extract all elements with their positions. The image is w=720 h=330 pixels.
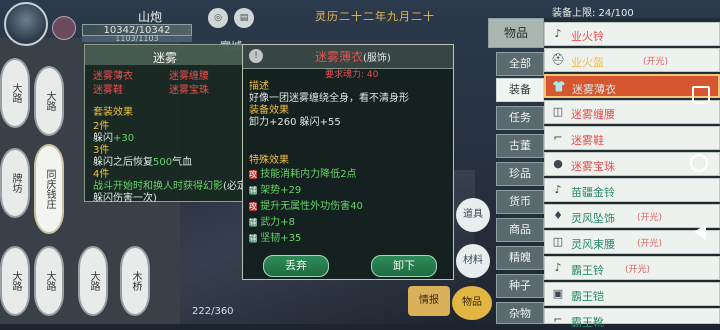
set-line-3: 躲闪之后恢复500气血 (93, 157, 193, 168)
props-icon[interactable]: 道具 (456, 198, 490, 232)
attack-tag: 攻 (249, 170, 257, 179)
pendant-icon: ♦ (553, 209, 563, 222)
intel-scroll-icon[interactable]: 情报 (408, 286, 450, 316)
tab-antique[interactable]: 古董 (496, 134, 544, 158)
item-requirement: 要求魂力: 40 (325, 70, 379, 80)
item-description: 好像一团迷雾缠绕全身，看不清身形 (249, 93, 409, 104)
map-node-bank[interactable]: 同庆钱庄 (34, 144, 64, 234)
tab-equipment[interactable]: 装备 (496, 78, 544, 102)
set-title: 迷雾 (152, 51, 177, 65)
set-piece-2: 迷雾缠腰 (169, 71, 209, 82)
unequip-button[interactable]: 卸下 (371, 255, 437, 277)
attack-tag: 攻 (249, 202, 257, 211)
belt-icon: ◫ (552, 235, 564, 248)
tab-misc[interactable]: 杂物 (496, 302, 544, 324)
boot-icon: ⌐ (553, 131, 563, 144)
game-date: 灵历二十二年九月二十 (315, 10, 435, 23)
list-item[interactable]: ♪ 业火铃 (544, 22, 720, 46)
tab-essence[interactable]: 精魄 (496, 246, 544, 270)
set-piece-1: 迷雾薄衣 (93, 71, 133, 82)
set-effect-title: 套装效果 (93, 107, 133, 118)
special-line-3: 攻 提升无属性外功伤害40 (249, 201, 363, 212)
bag-icon[interactable]: 物品 (452, 286, 492, 320)
set-count-2: 2件 (93, 121, 110, 132)
special-line-4: 辅 武力+8 (249, 217, 295, 228)
special-line-1: 攻 技能消耗内力降低2点 (249, 169, 357, 180)
support-tag: 辅 (249, 218, 257, 227)
set-line-4-extra: 躲闪伤害一次) (93, 193, 157, 204)
set-bonus-panel: 迷雾 迷雾薄衣 迷雾缠腰 迷雾鞋 迷雾宝珠 套装效果 2件 躲闪+30 3件 躲… (84, 44, 247, 204)
player-name: 山炮 (137, 10, 162, 24)
list-item[interactable]: ▣ 霸王铠 (544, 282, 720, 306)
set-piece-4: 迷雾宝珠 (169, 85, 209, 96)
set-line-2: 躲闪+30 (93, 133, 135, 144)
support-tag: 辅 (249, 234, 257, 243)
camera-icon[interactable]: ◎ (208, 8, 228, 28)
bell-icon: ♪ (554, 183, 562, 196)
list-item[interactable]: ⌐ 霸王靴 (544, 308, 720, 329)
tab-quest[interactable]: 任务 (496, 106, 544, 130)
square-nav-button[interactable] (692, 86, 710, 104)
effect-title: 装备效果 (249, 105, 289, 116)
item-detail-panel: ! 迷雾薄衣(服饰) 要求魂力: 40 描述 好像一团迷雾缠绕全身，看不清身形 … (242, 44, 454, 280)
pearl-icon: ● (553, 157, 563, 170)
list-item[interactable]: ⌐ 迷雾鞋 (544, 126, 720, 150)
map-node-road-3[interactable]: 大路 (0, 246, 30, 316)
robe-icon: 👕 (552, 80, 566, 93)
map-node-bridge[interactable]: 木桥 (120, 246, 150, 316)
bag-header: 物品 (488, 18, 544, 48)
set-count-3: 3件 (93, 145, 110, 156)
belt-icon: ◫ (552, 105, 564, 118)
mp-bar: 1103/1103 (82, 35, 192, 43)
map-node-road-4[interactable]: 大路 (34, 246, 64, 316)
map-node-road-1[interactable]: 大路 (0, 58, 30, 128)
home-nav-button[interactable] (690, 154, 708, 172)
set-line-4: 战斗开始时和换人时获得幻影(必定 (93, 181, 247, 192)
armor-icon: ▣ (552, 287, 564, 300)
info-icon[interactable]: ! (249, 49, 263, 63)
equipment-list: ♪ 业火铃 ⛑ 业火盔 (开光) 👕 迷雾薄衣 ◫ 迷雾缠腰 ⌐ 迷雾鞋 ● 迷雾宝珠 ♪ 苗疆… (544, 18, 720, 329)
player-avatar[interactable] (4, 2, 48, 46)
item-effects: 卸力+260 躲闪+55 (249, 117, 341, 128)
discard-button[interactable]: 丢弃 (263, 255, 329, 277)
list-item[interactable]: ⛑ 业火盔 (开光) (544, 48, 720, 72)
support-tag: 辅 (249, 186, 257, 195)
tab-goods[interactable]: 商品 (496, 218, 544, 242)
desc-title: 描述 (249, 81, 269, 92)
bell-icon: ♪ (554, 27, 562, 40)
tab-all[interactable]: 全部 (496, 52, 544, 76)
item-title: 迷雾薄衣(服饰) (315, 50, 391, 64)
companion-avatar[interactable] (52, 16, 76, 40)
materials-icon[interactable]: 材料 (456, 244, 490, 278)
special-line-2: 辅 架势+29 (249, 185, 302, 196)
map-icon[interactable]: ▤ (234, 8, 254, 28)
boot-icon: ⌐ (553, 313, 563, 326)
bell-icon: ♪ (554, 261, 562, 274)
pet-count: 222/360 (192, 306, 234, 317)
back-nav-button[interactable] (694, 224, 706, 240)
tab-treasure[interactable]: 珍品 (496, 162, 544, 186)
tab-currency[interactable]: 货币 (496, 190, 544, 214)
map-node-road-5[interactable]: 大路 (78, 246, 108, 316)
map-node-gate[interactable]: 牌坊 (0, 148, 30, 218)
map-node-road-2[interactable]: 大路 (34, 66, 64, 136)
list-item[interactable]: ♪ 苗疆金铃 (544, 178, 720, 202)
special-line-5: 辅 坚韧+35 (249, 233, 302, 244)
set-piece-3: 迷雾鞋 (93, 85, 123, 96)
helmet-icon: ⛑ (551, 53, 565, 66)
tab-seeds[interactable]: 种子 (496, 274, 544, 298)
list-item[interactable]: ♪ 霸王铃 (开光) (544, 256, 720, 280)
set-count-4: 4件 (93, 169, 110, 180)
special-title: 特殊效果 (249, 155, 289, 166)
equipment-capacity: 装备上限: 24/100 (552, 8, 634, 19)
